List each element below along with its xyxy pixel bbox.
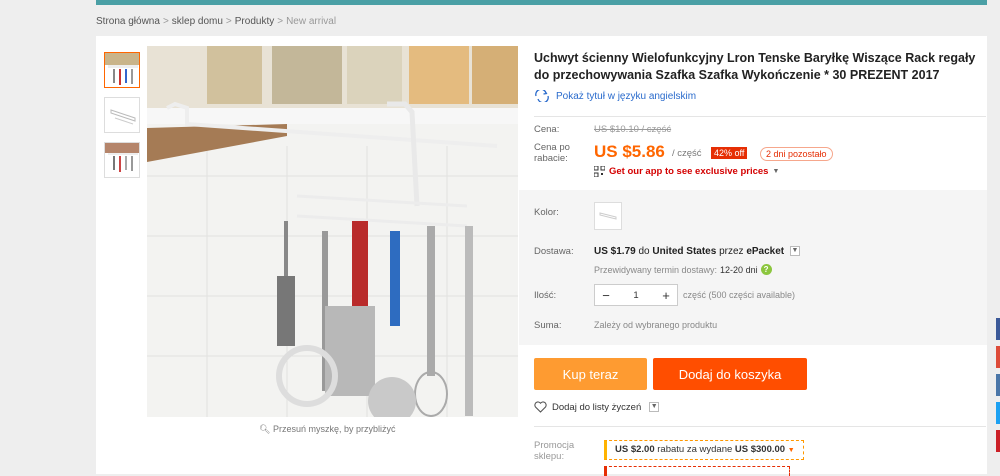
eta-label: Przewidywany termin dostawy:	[594, 264, 718, 275]
app-promo-text: Get our app to see exclusive prices	[609, 166, 769, 177]
shipping-price: US $1.79	[594, 246, 636, 257]
breadcrumb-current: New arrival	[286, 16, 337, 27]
heart-icon	[534, 401, 547, 413]
app-promo-link[interactable]: Get our app to see exclusive prices ▼	[594, 166, 779, 177]
breadcrumb-separator: >	[225, 16, 232, 27]
product-details: Uchwyt ścienny Wielofunkcyjny Lron Tensk…	[534, 50, 984, 102]
google-share-icon[interactable]	[996, 346, 1000, 368]
price-label: Cena:	[534, 124, 560, 135]
top-accent-bar	[96, 0, 987, 5]
caret-down-icon: ▼	[772, 168, 780, 175]
total-value: Zależy od wybranego produktu	[594, 320, 718, 330]
add-to-cart-button[interactable]: Dodaj do koszyka	[653, 358, 807, 390]
thumbnail-list	[104, 52, 140, 187]
add-to-wishlist-link[interactable]: Dodaj do listy życzeń ▼	[534, 401, 660, 413]
days-left-badge: 2 dni pozostało	[760, 147, 833, 161]
shipping-dropdown-button[interactable]: ▼	[789, 246, 800, 257]
zoom-hint: 🔍︎ Przesuń myszkę, by przybliżyć	[259, 424, 396, 435]
thumbnail-image	[105, 143, 139, 172]
thumbnail-3[interactable]	[104, 142, 140, 178]
discount-badge: 42% off	[711, 147, 748, 159]
shipping-label: Dostawa:	[534, 246, 574, 257]
quantity-decrease-button[interactable]: −	[595, 288, 617, 303]
breadcrumb-home[interactable]: Strona główna	[96, 16, 160, 27]
magnifier-icon: 🔍︎	[259, 424, 271, 434]
breadcrumb-separator: >	[162, 16, 169, 27]
availability-text: część (500 części available)	[683, 290, 796, 300]
quantity-label: Ilość:	[534, 290, 557, 301]
discount-price-label: Cena po rabacie:	[534, 142, 570, 164]
store-coupon-2[interactable]	[604, 466, 790, 476]
total-label: Suma:	[534, 320, 562, 331]
pinterest-share-icon[interactable]	[996, 430, 1000, 452]
show-english-title-link[interactable]: Pokaż tytuł w języku angielskim	[534, 90, 984, 102]
shipping-info: US $1.79 do United States przez ePacket …	[594, 246, 800, 257]
color-swatch-image	[599, 212, 617, 220]
show-english-title-label: Pokaż tytuł w języku angielskim	[556, 90, 697, 102]
price-unit: / część	[672, 148, 702, 159]
buy-now-button[interactable]: Kup teraz	[534, 358, 647, 390]
qr-code-icon	[594, 166, 605, 177]
breadcrumb-home-store[interactable]: sklep domu	[172, 16, 223, 27]
wishlist-label: Dodaj do listy życzeń	[552, 401, 642, 413]
coupon-threshold: US $300.00	[734, 444, 786, 455]
product-photo	[147, 46, 518, 417]
translate-icon	[535, 90, 549, 102]
thumbnail-image	[105, 53, 139, 85]
store-coupon[interactable]: US $2.00 rabatu za wydane US $300.00 ▼	[604, 440, 804, 460]
original-price: US $10.10 / część	[594, 124, 672, 135]
shipping-method: ePacket	[746, 246, 785, 257]
wishlist-dropdown-button[interactable]: ▼	[649, 402, 660, 412]
divider	[534, 426, 986, 427]
quantity-increase-button[interactable]: +	[655, 288, 677, 303]
thumbnail-1[interactable]	[104, 52, 140, 88]
delivery-estimate: Przewidywany termin dostawy: 12-20 dni ?	[594, 264, 772, 275]
shipping-to-prefix: do	[638, 246, 650, 257]
thumbnail-image	[110, 109, 136, 125]
store-promo-label: Promocja sklepu:	[534, 440, 575, 462]
shipping-via-prefix: przez	[719, 246, 744, 257]
shipping-country: United States	[652, 246, 717, 257]
breadcrumb: Strona główna > sklep domu > Produkty > New ar…	[96, 16, 336, 27]
breadcrumb-products[interactable]: Produkty	[235, 16, 274, 27]
twitter-share-icon[interactable]	[996, 402, 1000, 424]
current-price: US $5.86	[594, 142, 665, 161]
breadcrumb-separator: >	[277, 16, 284, 27]
eta-value: 12-20 dni	[720, 264, 758, 275]
facebook-share-icon[interactable]	[996, 318, 1000, 340]
quantity-stepper: − 1 +	[594, 284, 678, 306]
divider	[534, 116, 986, 117]
zoom-hint-text: Przesuń myszkę, by przybliżyć	[272, 424, 396, 434]
color-option-white[interactable]	[594, 202, 622, 230]
product-title: Uchwyt ścienny Wielofunkcyjny Lron Tensk…	[534, 51, 976, 82]
coupon-value: US $2.00	[615, 444, 655, 455]
color-label: Kolor:	[534, 207, 559, 218]
main-product-image[interactable]	[147, 46, 518, 417]
coupon-text: rabatu za wydane	[657, 444, 733, 455]
thumbnail-2[interactable]	[104, 97, 140, 133]
quantity-input[interactable]: 1	[617, 290, 655, 301]
help-icon[interactable]: ?	[760, 264, 772, 275]
vk-share-icon[interactable]	[996, 374, 1000, 396]
caret-down-icon: ▼	[787, 447, 795, 454]
